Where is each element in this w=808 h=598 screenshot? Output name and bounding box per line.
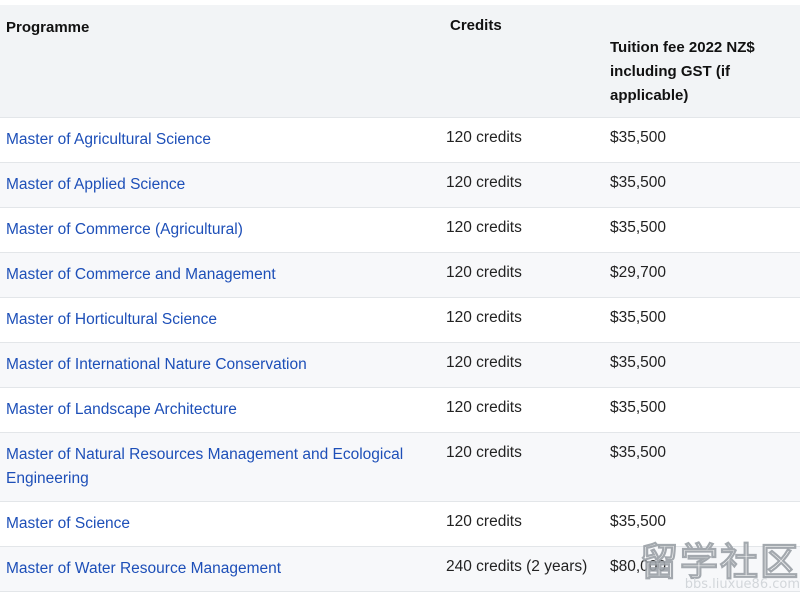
credits-cell: 120 credits [446,399,522,416]
credits-cell: 120 credits [446,513,522,530]
programme-link[interactable]: Master of International Nature Conservat… [6,353,426,377]
programme-link[interactable]: Master of Water Resource Management [6,557,426,581]
credits-cell: 120 credits [446,309,522,326]
table-row: Master of Science 120 credits $35,500 [0,502,800,547]
header-credits: Credits [450,17,502,34]
tuition-table: Programme Credits Tuition fee 2022 NZ$ i… [0,5,800,592]
programme-link[interactable]: Master of Applied Science [6,173,426,197]
programme-link[interactable]: Master of Science [6,512,426,536]
programme-link[interactable]: Master of Commerce and Management [6,263,426,287]
programme-link[interactable]: Master of Agricultural Science [6,128,426,152]
fee-cell: $35,500 [610,129,667,146]
table-row: Master of Applied Science 120 credits $3… [0,163,800,208]
fee-cell: $35,500 [610,174,667,191]
fee-cell: $35,500 [610,399,667,416]
programme-link[interactable]: Master of Landscape Architecture [6,398,426,422]
fee-cell: $29,700 [610,264,667,281]
table-row: Master of Natural Resources Management a… [0,433,800,502]
credits-cell: 120 credits [446,129,522,146]
credits-cell: 120 credits [446,174,522,191]
fee-cell: $35,500 [610,219,667,236]
table-body: Master of Agricultural Science 120 credi… [0,118,800,592]
table-row: Master of Agricultural Science 120 credi… [0,118,800,163]
header-programme: Programme [6,19,90,36]
fee-cell: $35,500 [610,354,667,371]
table-row: Master of Water Resource Management 240 … [0,547,800,592]
header-tuition-fee: Tuition fee 2022 NZ$ including GST (if a… [610,39,755,104]
programme-link[interactable]: Master of Natural Resources Management a… [6,443,416,491]
table-row: Master of Commerce and Management 120 cr… [0,253,800,298]
table-row: Master of Horticultural Science 120 cred… [0,298,800,343]
table-row: Master of International Nature Conservat… [0,343,800,388]
credits-cell: 240 credits (2 years) [446,558,588,575]
credits-cell: 120 credits [446,264,522,281]
fee-cell: $35,500 [610,513,667,530]
credits-cell: 120 credits [446,354,522,371]
fee-cell: $35,500 [610,309,667,326]
programme-link[interactable]: Master of Commerce (Agricultural) [6,218,426,242]
fee-cell: $35,500 [610,444,667,461]
credits-cell: 120 credits [446,219,522,236]
table-row: Master of Landscape Architecture 120 cre… [0,388,800,433]
table-row: Master of Commerce (Agricultural) 120 cr… [0,208,800,253]
programme-link[interactable]: Master of Horticultural Science [6,308,426,332]
table-header: Programme Credits Tuition fee 2022 NZ$ i… [0,5,800,118]
fee-cell: $80,000 [610,558,667,575]
credits-cell: 120 credits [446,444,522,461]
